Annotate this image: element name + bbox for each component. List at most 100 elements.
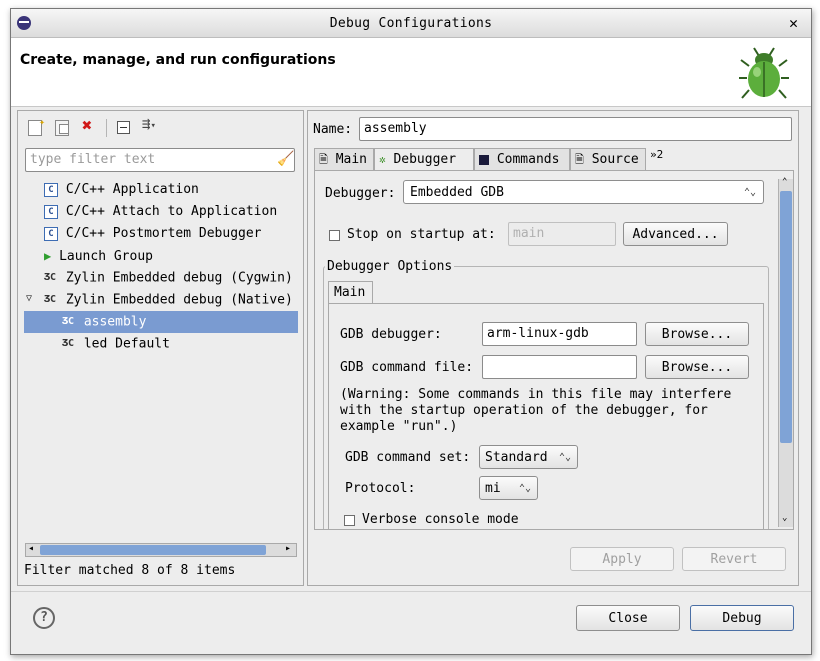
footer-separator xyxy=(11,591,811,592)
zylin-icon: ƷC xyxy=(44,272,57,283)
browse-command-file-button[interactable]: Browse... xyxy=(645,355,749,379)
select-arrows-icon: ⌃⌄ xyxy=(518,483,531,494)
zylin-icon: ƷC xyxy=(44,294,57,305)
tree-item-assembly[interactable]: ƷC assembly xyxy=(24,311,298,333)
configuration-editor: Name: assembly 🗎 Main ✲ Debugger Command… xyxy=(307,110,799,586)
tab-label: Main xyxy=(335,152,367,167)
protocol-select[interactable]: mi ⌃⌄ xyxy=(479,476,538,500)
help-icon[interactable]: ? xyxy=(33,607,55,629)
advanced-button[interactable]: Advanced... xyxy=(623,222,728,246)
select-arrows-icon: ⌃⌄ xyxy=(743,187,756,198)
header-banner: Create, manage, and run configurations xyxy=(11,38,811,107)
gdb-command-file-label: GDB command file: xyxy=(340,360,474,375)
gdb-debugger-label: GDB debugger: xyxy=(340,327,442,342)
tree-item-cpp-application[interactable]: C C/C++ Application xyxy=(44,179,199,201)
verbose-console-label: Verbose console mode xyxy=(362,512,519,527)
commands-tab-icon xyxy=(479,154,489,165)
filter-placeholder: type filter text xyxy=(30,152,156,167)
main-tab-icon: 🗎 xyxy=(319,153,328,166)
duplicate-icon[interactable] xyxy=(55,120,69,136)
filter-input[interactable]: type filter text xyxy=(25,148,295,172)
delete-icon[interactable]: ✖ xyxy=(82,116,92,136)
tree-item-zylin-cygwin[interactable]: ƷC Zylin Embedded debug (Cygwin) xyxy=(44,267,293,289)
name-field[interactable]: assembly xyxy=(359,117,792,141)
gdb-command-set-label: GDB command set: xyxy=(345,450,471,465)
gdb-command-set-select[interactable]: Standard ⌃⌄ xyxy=(479,445,578,469)
browse-gdb-button[interactable]: Browse... xyxy=(645,322,749,346)
apply-button[interactable]: Apply xyxy=(570,547,674,571)
verbose-console-checkbox[interactable] xyxy=(344,515,355,526)
debugger-options-title: Debugger Options xyxy=(325,259,455,274)
new-config-icon[interactable]: ✦ xyxy=(28,117,45,136)
debugger-tab-content: Debugger: Embedded GDB ⌃⌄ Stop on startu… xyxy=(314,170,794,530)
scroll-thumb[interactable] xyxy=(40,545,266,555)
stop-on-startup-checkbox[interactable] xyxy=(329,230,340,241)
filter-menu-icon[interactable]: ⇶▾ xyxy=(142,116,156,132)
tab-label: Source xyxy=(591,152,639,167)
cpp-icon: C xyxy=(44,204,58,219)
zylin-icon: ƷC xyxy=(62,316,75,327)
tree-item-led-default[interactable]: ƷC led Default xyxy=(62,333,170,355)
tree-item-label: C/C++ Attach to Application xyxy=(65,204,278,219)
cpp-icon: C xyxy=(44,226,58,241)
tab-source[interactable]: 🗎 Source xyxy=(570,148,646,170)
startup-symbol-field[interactable]: main xyxy=(508,222,616,246)
revert-button[interactable]: Revert xyxy=(682,547,786,571)
tree-item-label: C/C++ Application xyxy=(65,182,199,197)
source-tab-icon: 🗎 xyxy=(575,153,584,166)
close-button[interactable]: Close xyxy=(576,605,680,631)
tab-commands[interactable]: Commands xyxy=(474,148,570,170)
scroll-up-icon[interactable]: ⌃ xyxy=(782,177,787,187)
scroll-right-icon[interactable]: ▸ xyxy=(285,543,291,554)
tree-item-label: led Default xyxy=(83,336,170,352)
tree-item-label: Launch Group xyxy=(59,249,153,264)
protocol-label: Protocol: xyxy=(345,481,416,496)
horizontal-scrollbar[interactable]: ◂ ▸ xyxy=(25,543,297,557)
cpp-icon: C xyxy=(44,182,58,197)
bug-icon xyxy=(739,46,789,102)
clear-filter-icon[interactable]: 🧹 xyxy=(277,151,294,167)
tree-item-launch-group[interactable]: ▶ Launch Group xyxy=(44,245,153,267)
debugger-value: Embedded GDB xyxy=(410,185,504,200)
tree-item-cpp-postmortem[interactable]: C C/C++ Postmortem Debugger xyxy=(44,223,262,245)
vertical-scrollbar[interactable]: ⌃ ⌄ xyxy=(778,177,793,527)
launch-group-icon: ▶ xyxy=(44,249,52,263)
protocol-value: mi xyxy=(485,481,501,496)
stop-on-startup-label: Stop on startup at: xyxy=(347,227,496,242)
window-title: Debug Configurations xyxy=(329,16,493,31)
gdb-command-file-field[interactable] xyxy=(482,355,637,379)
close-window-icon[interactable]: ✕ xyxy=(789,14,798,32)
toolbar-separator xyxy=(106,119,107,137)
tab-label: Debugger xyxy=(393,152,457,167)
tab-main[interactable]: 🗎 Main xyxy=(314,148,374,170)
command-file-warning: (Warning: Some commands in this file may… xyxy=(340,387,732,434)
configurations-panel: ✦ ✖ ⇶▾ type filter text 🧹 C C/C++ Applic… xyxy=(17,110,304,586)
debug-button[interactable]: Debug xyxy=(690,605,794,631)
tree-item-label: C/C++ Postmortem Debugger xyxy=(65,226,262,241)
tree-item-cpp-attach[interactable]: C C/C++ Attach to Application xyxy=(44,201,277,223)
tab-debugger[interactable]: ✲ Debugger xyxy=(374,148,474,170)
scroll-left-icon[interactable]: ◂ xyxy=(28,543,34,554)
collapse-all-icon[interactable] xyxy=(117,121,130,134)
zylin-icon: ƷC xyxy=(62,338,75,349)
expand-toggle-icon[interactable]: ▽ xyxy=(26,293,32,304)
title-bar: Debug Configurations ✕ xyxy=(11,9,811,38)
name-label: Name: xyxy=(313,122,353,137)
gdb-debugger-field[interactable]: arm-linux-gdb xyxy=(482,322,637,346)
vertical-scroll-thumb[interactable] xyxy=(780,191,792,443)
banner-title: Create, manage, and run configurations xyxy=(20,52,336,68)
filter-status: Filter matched 8 of 8 items xyxy=(24,563,236,578)
scroll-down-icon[interactable]: ⌄ xyxy=(782,513,787,523)
select-arrows-icon: ⌃⌄ xyxy=(558,452,571,463)
more-tabs-chevron[interactable]: »2 xyxy=(650,148,663,161)
tree-item-zylin-native[interactable]: ƷC Zylin Embedded debug (Native) xyxy=(44,289,293,311)
inner-tab-main[interactable]: Main xyxy=(328,281,373,303)
debugger-select[interactable]: Embedded GDB ⌃⌄ xyxy=(403,180,764,204)
debug-configurations-window: Debug Configurations ✕ Create, manage, a… xyxy=(10,8,812,655)
debugger-label: Debugger: xyxy=(325,186,396,201)
tree-item-label: assembly xyxy=(83,314,147,330)
tab-label: Commands xyxy=(496,152,560,167)
tree-item-label: Zylin Embedded debug (Cygwin) xyxy=(65,270,293,286)
debugger-tab-icon: ✲ xyxy=(379,153,386,166)
tree-item-label: Zylin Embedded debug (Native) xyxy=(65,292,293,308)
